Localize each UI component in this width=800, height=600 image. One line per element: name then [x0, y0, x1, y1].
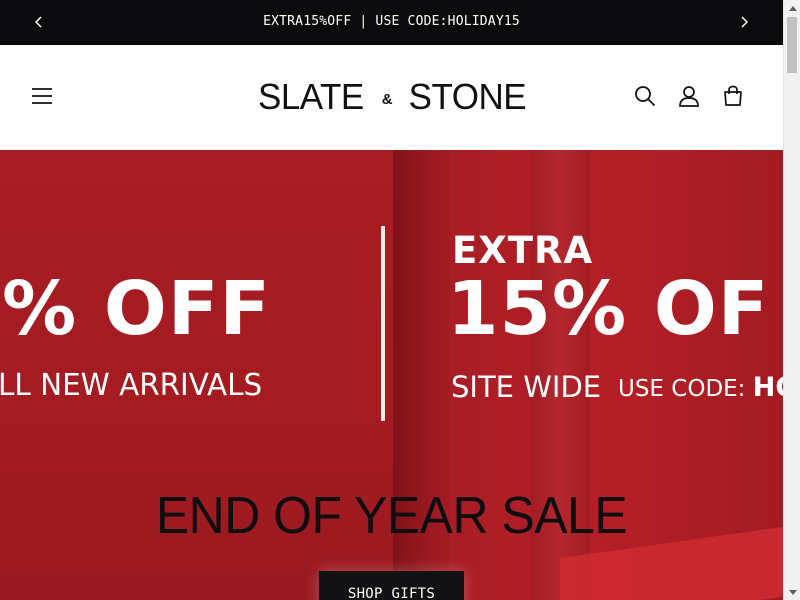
account-button[interactable] [676, 83, 702, 109]
site-logo[interactable]: SLATE & STONE [258, 73, 527, 121]
hamburger-menu-icon [32, 88, 52, 104]
logo-word-stone: STONE [408, 77, 527, 117]
hero-extra-label: EXTRA [452, 229, 594, 272]
shop-gifts-button[interactable]: SHOP GIFTS [319, 571, 464, 600]
menu-button[interactable] [30, 84, 54, 108]
shopping-bag-icon [724, 85, 742, 106]
hero-right-discount: 15% OF [447, 266, 770, 352]
search-button[interactable] [632, 83, 658, 109]
cart-button[interactable] [720, 83, 746, 109]
hero-banner[interactable]: % OFF LL NEW ARRIVALS EXTRA 15% OF SITE … [0, 150, 783, 600]
hero-usecode-label: USE CODE: [618, 376, 746, 402]
hero-headline: END OF YEAR SALE [155, 487, 628, 545]
triangle-down-icon [788, 589, 797, 595]
scrollbar-thumb[interactable] [787, 17, 797, 73]
announcement-text: EXTRA15%OFF | USE CODE:HOLIDAY15 [263, 14, 520, 29]
hero-left-discount: % OFF [2, 266, 271, 352]
announcement-next-button[interactable] [734, 12, 754, 32]
scroll-up-button[interactable] [784, 0, 800, 15]
chevron-right-icon [741, 16, 749, 28]
logo-ampersand: & [381, 90, 393, 108]
search-icon [635, 86, 656, 107]
site-header: SLATE & STONE [0, 45, 783, 150]
logo-word-slate: SLATE [258, 77, 364, 117]
hero-left-subtext: LL NEW ARRIVALS [0, 368, 263, 403]
announcement-bar: EXTRA15%OFF | USE CODE:HOLIDAY15 [0, 0, 783, 45]
hero-sitewide-text: SITE WIDE [451, 370, 602, 404]
hero-usecode: USE CODE: HOL [618, 374, 783, 401]
hero-usecode-value: HOL [752, 372, 783, 403]
user-icon [679, 86, 699, 107]
triangle-up-icon [788, 5, 797, 11]
scroll-down-button[interactable] [784, 585, 800, 600]
hero-divider [381, 226, 385, 421]
page-scrollbar[interactable] [783, 0, 800, 600]
